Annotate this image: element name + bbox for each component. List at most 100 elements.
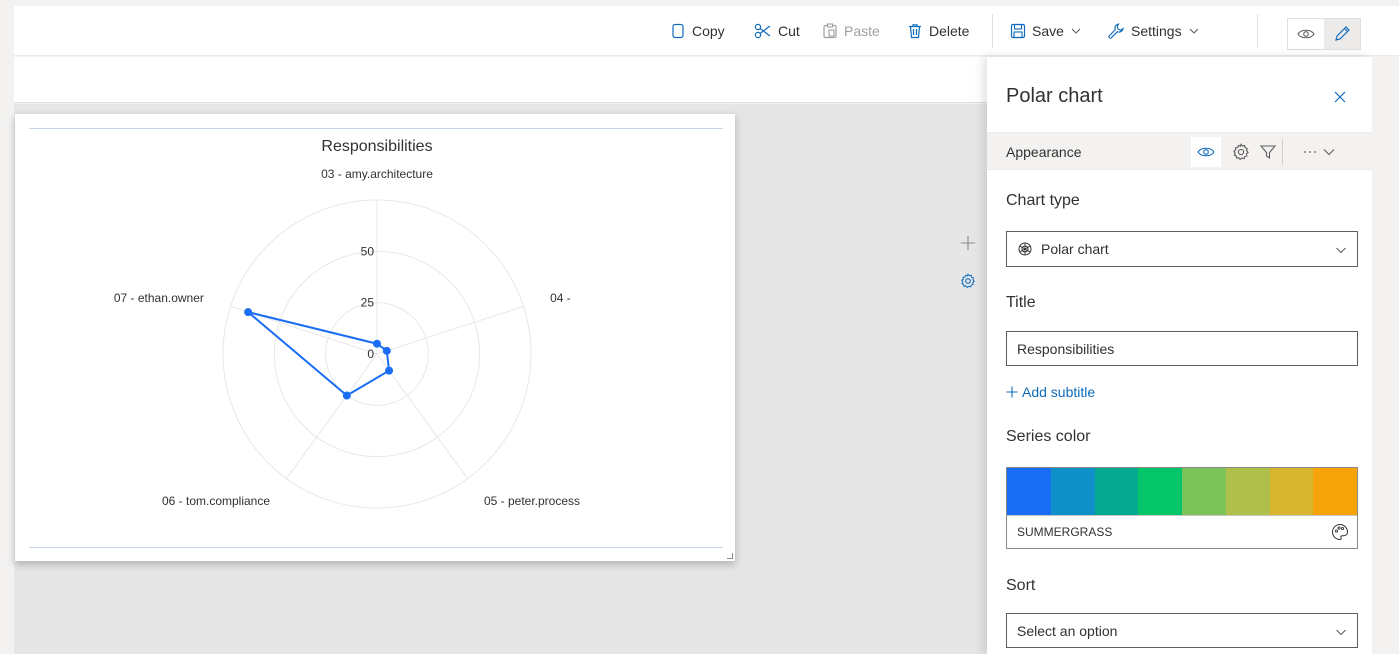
panel-title: Polar chart bbox=[1006, 85, 1103, 107]
plus-icon bbox=[961, 236, 975, 250]
data-point bbox=[244, 308, 253, 317]
scissors-icon bbox=[754, 23, 771, 39]
palette-swatch bbox=[1138, 468, 1182, 515]
data-point bbox=[385, 366, 394, 375]
category-label: 05 - peter.process bbox=[484, 494, 580, 508]
top-toolbar: Copy Cut Paste Delete Save Settings bbox=[14, 6, 1399, 56]
polar-chart: Responsibilities 0 25 50 03 - amy.architec… bbox=[114, 138, 580, 509]
gear-icon bbox=[1233, 143, 1249, 161]
tab-appearance-label: Appearance bbox=[1006, 144, 1082, 160]
chevron-down-icon bbox=[1189, 28, 1198, 34]
delete-button[interactable]: Delete bbox=[907, 18, 969, 44]
cut-button[interactable]: Cut bbox=[754, 18, 800, 44]
close-icon bbox=[1334, 91, 1346, 103]
data-point bbox=[373, 339, 381, 348]
tab-settings[interactable] bbox=[1226, 137, 1256, 167]
gear-icon bbox=[961, 273, 976, 289]
panel-tab-bar: Appearance bbox=[987, 132, 1372, 170]
wrench-icon bbox=[1108, 23, 1124, 39]
paste-label: Paste bbox=[844, 23, 880, 39]
radial-tick-label: 50 bbox=[361, 244, 375, 258]
tab-appearance[interactable] bbox=[1191, 137, 1221, 167]
eye-icon bbox=[1297, 29, 1315, 39]
app-window: Copy Cut Paste Delete Save Settings Resp… bbox=[0, 0, 1399, 654]
properties-panel: Polar chart Appearance Chart type Polar … bbox=[987, 57, 1372, 654]
grid-spoke bbox=[376, 305, 524, 355]
sort-label: Sort bbox=[1006, 577, 1036, 594]
save-menu-button[interactable]: Save bbox=[1010, 18, 1082, 44]
copy-icon bbox=[672, 23, 684, 39]
palette-swatches bbox=[1007, 468, 1357, 515]
palette-swatch bbox=[1225, 468, 1270, 515]
chart-type-dropdown[interactable]: Polar chart bbox=[1006, 231, 1358, 267]
trash-icon bbox=[909, 24, 921, 39]
category-label: 04 - bbox=[550, 291, 571, 305]
palette-swatch bbox=[1050, 468, 1095, 515]
category-labels: 03 - amy.architecture 04 - 05 - peter.proc… bbox=[114, 167, 580, 508]
settings-menu-button[interactable]: Settings bbox=[1107, 18, 1200, 44]
chevron-down-icon bbox=[1336, 247, 1346, 254]
toolbar-divider bbox=[992, 14, 993, 48]
save-label: Save bbox=[1032, 23, 1064, 39]
palette-swatch bbox=[1007, 468, 1051, 515]
palette-swatch bbox=[1269, 468, 1314, 515]
add-subtitle-button[interactable]: Add subtitle bbox=[1006, 384, 1095, 400]
tab-filter[interactable] bbox=[1253, 137, 1283, 167]
palette-footer: SUMMERGRASS bbox=[1007, 515, 1357, 548]
canvas-header bbox=[14, 57, 987, 103]
settings-label: Settings bbox=[1131, 23, 1182, 39]
add-subtitle-label: Add subtitle bbox=[1022, 384, 1096, 400]
resize-handle[interactable] bbox=[727, 553, 733, 559]
data-point bbox=[382, 346, 391, 355]
category-label: 03 - amy.architecture bbox=[321, 167, 433, 181]
copy-button[interactable]: Copy bbox=[670, 18, 725, 44]
sort-dropdown[interactable]: Select an option bbox=[1006, 613, 1358, 648]
sort-placeholder: Select an option bbox=[1017, 622, 1118, 639]
filter-icon bbox=[1259, 145, 1277, 160]
cut-label: Cut bbox=[778, 23, 800, 39]
palette-swatch bbox=[1094, 468, 1139, 515]
data-point bbox=[342, 391, 351, 400]
palette-swatch bbox=[1182, 468, 1226, 515]
panel-scrollbar[interactable] bbox=[1372, 57, 1399, 654]
chevron-down-icon bbox=[1071, 28, 1081, 34]
pencil-icon bbox=[1335, 26, 1350, 41]
chart-title: Responsibilities bbox=[321, 138, 432, 155]
grid-spoke bbox=[286, 353, 378, 479]
title-label: Title bbox=[1006, 294, 1036, 311]
title-input-value: Responsibilities bbox=[1017, 340, 1115, 357]
category-label: 06 - tom.compliance bbox=[162, 494, 270, 508]
series-color-picker[interactable]: SUMMERGRASS bbox=[1006, 467, 1358, 549]
chart-card[interactable]: Responsibilities 0 25 50 03 - amy.architec… bbox=[15, 114, 735, 561]
palette-icon[interactable] bbox=[1331, 523, 1349, 541]
close-button[interactable] bbox=[1327, 84, 1353, 110]
add-widget-button[interactable] bbox=[954, 229, 982, 257]
paste-icon bbox=[823, 23, 837, 39]
view-mode-toggle bbox=[1287, 18, 1361, 50]
tab-divider bbox=[1282, 139, 1283, 165]
plus-icon bbox=[1006, 386, 1018, 398]
polar-chart-icon bbox=[1018, 242, 1032, 256]
chart-type-label: Chart type bbox=[1006, 192, 1080, 209]
paste-button[interactable]: Paste bbox=[822, 18, 880, 44]
toolbar-divider bbox=[1257, 14, 1258, 48]
edit-mode-button[interactable] bbox=[1324, 19, 1360, 49]
widget-settings-button[interactable] bbox=[954, 267, 982, 295]
eye-icon bbox=[1197, 147, 1215, 157]
chart-grid bbox=[222, 199, 532, 509]
palette-swatch bbox=[1313, 468, 1357, 515]
title-input[interactable]: Responsibilities bbox=[1006, 331, 1358, 366]
more-options-button[interactable] bbox=[1292, 137, 1352, 167]
save-icon bbox=[1010, 23, 1026, 39]
chart-type-value: Polar chart bbox=[1041, 241, 1109, 257]
delete-label: Delete bbox=[929, 23, 970, 39]
copy-label: Copy bbox=[692, 23, 725, 39]
series-color-label: Series color bbox=[1006, 428, 1091, 445]
chevron-down-icon bbox=[1336, 629, 1346, 636]
category-label: 07 - ethan.owner bbox=[114, 291, 204, 305]
radial-tick-label: 25 bbox=[361, 296, 375, 310]
more-icon bbox=[1304, 149, 1335, 156]
palette-name: SUMMERGRASS bbox=[1017, 525, 1113, 539]
radial-tick-label: 0 bbox=[367, 347, 374, 361]
view-mode-button[interactable] bbox=[1288, 19, 1324, 49]
